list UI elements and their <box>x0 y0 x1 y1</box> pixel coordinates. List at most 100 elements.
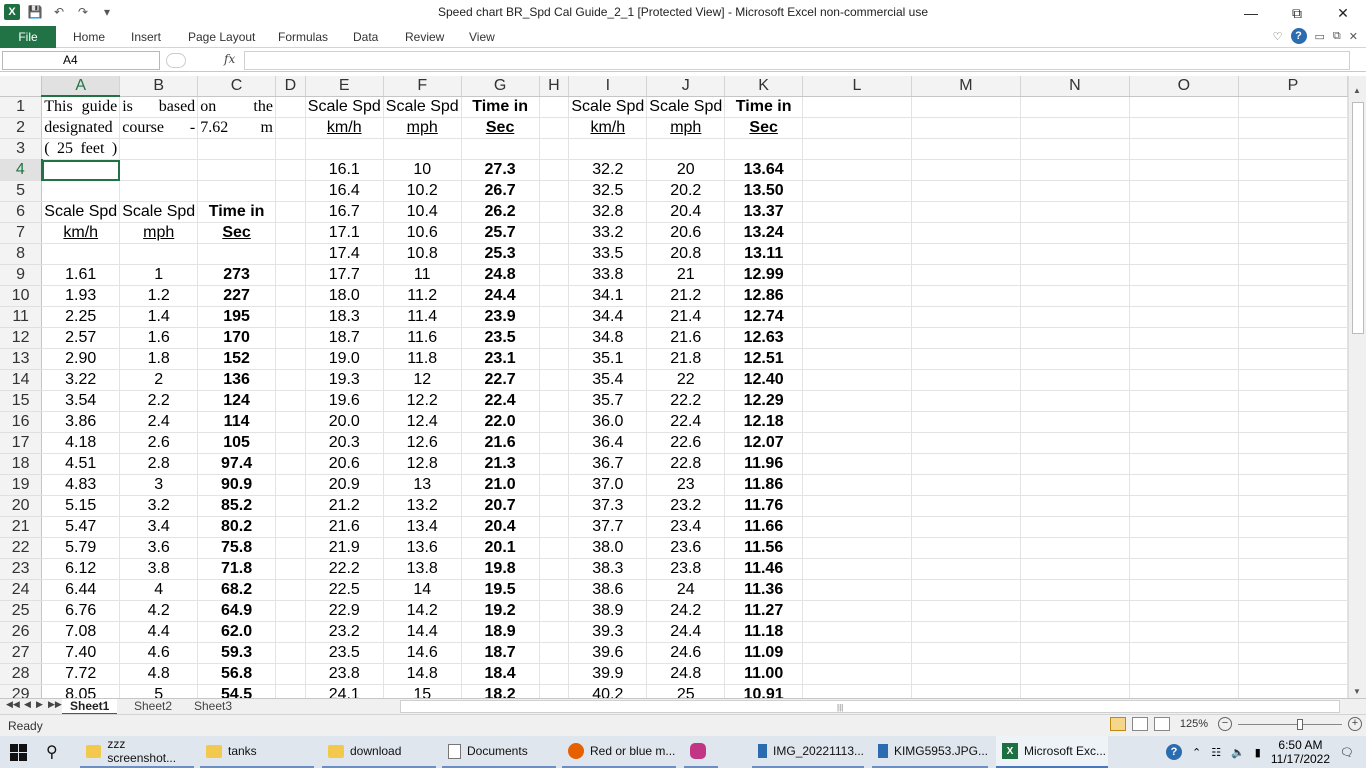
cell-m24[interactable] <box>911 579 1021 601</box>
row-header[interactable]: 15 <box>0 390 43 412</box>
cell-m22[interactable] <box>911 537 1021 559</box>
cell-e17[interactable]: 20.3 <box>305 432 384 454</box>
cell-k13[interactable]: 12.51 <box>724 348 804 370</box>
cell-p17[interactable] <box>1238 432 1348 454</box>
cell-a18[interactable]: 4.51 <box>41 453 121 475</box>
cell-m6[interactable] <box>911 201 1021 223</box>
cell-c22[interactable]: 75.8 <box>197 537 276 559</box>
cell-c13[interactable]: 152 <box>197 348 276 370</box>
row-header[interactable]: 13 <box>0 348 43 370</box>
tab-page-layout[interactable]: Page Layout <box>188 30 255 44</box>
cell-g16[interactable]: 22.0 <box>461 411 540 433</box>
cell-o8[interactable] <box>1129 243 1239 265</box>
cell-h29[interactable] <box>539 684 570 698</box>
cell-d23[interactable] <box>275 558 306 580</box>
cell-m5[interactable] <box>911 180 1021 202</box>
cell-f22[interactable]: 13.6 <box>383 537 462 559</box>
column-header-o[interactable]: O <box>1129 76 1239 97</box>
column-header-m[interactable]: M <box>911 76 1021 97</box>
tab-review[interactable]: Review <box>405 30 444 44</box>
cell-n1[interactable] <box>1020 96 1130 118</box>
cell-k18[interactable]: 11.96 <box>724 453 804 475</box>
taskbar-item[interactable]: zzz screenshot... <box>80 736 194 768</box>
cell-l1[interactable] <box>802 96 912 118</box>
cell-e26[interactable]: 23.2 <box>305 621 384 643</box>
cell-o26[interactable] <box>1129 621 1239 643</box>
cell-j22[interactable]: 23.6 <box>646 537 726 559</box>
cell-c12[interactable]: 170 <box>197 327 276 349</box>
cell-k17[interactable]: 12.07 <box>724 432 804 454</box>
cell-f9[interactable]: 11 <box>383 264 462 286</box>
cell-p25[interactable] <box>1238 600 1348 622</box>
cell-n4[interactable] <box>1020 159 1130 181</box>
cell-a2[interactable]: designated <box>41 117 121 139</box>
help-icon[interactable]: ? <box>1290 28 1307 44</box>
cell-j2[interactable]: mph <box>646 117 726 139</box>
cell-i24[interactable]: 38.6 <box>568 579 648 601</box>
column-header-a[interactable]: A <box>41 76 121 97</box>
zoom-level[interactable]: 125% <box>1180 718 1208 730</box>
column-header-l[interactable]: L <box>802 76 912 97</box>
cell-b9[interactable]: 1 <box>119 264 199 286</box>
cell-k2[interactable]: Sec <box>724 117 804 139</box>
cell-k4[interactable]: 13.64 <box>724 159 804 181</box>
cell-l24[interactable] <box>802 579 912 601</box>
cell-i4[interactable]: 32.2 <box>568 159 648 181</box>
column-header-k[interactable]: K <box>724 76 804 97</box>
cell-c24[interactable]: 68.2 <box>197 579 276 601</box>
cell-m10[interactable] <box>911 285 1021 307</box>
cell-m7[interactable] <box>911 222 1021 244</box>
cell-l19[interactable] <box>802 474 912 496</box>
cell-j19[interactable]: 23 <box>646 474 726 496</box>
minimize-workbook-icon[interactable]: ▭ <box>1315 30 1325 43</box>
cell-g5[interactable]: 26.7 <box>461 180 540 202</box>
cell-h20[interactable] <box>539 495 570 517</box>
cell-a23[interactable]: 6.12 <box>41 558 121 580</box>
cell-h24[interactable] <box>539 579 570 601</box>
cell-m26[interactable] <box>911 621 1021 643</box>
cell-a9[interactable]: 1.61 <box>41 264 121 286</box>
cell-f10[interactable]: 11.2 <box>383 285 462 307</box>
cell-h23[interactable] <box>539 558 570 580</box>
cell-e9[interactable]: 17.7 <box>305 264 384 286</box>
cell-i29[interactable]: 40.2 <box>568 684 648 698</box>
cell-p15[interactable] <box>1238 390 1348 412</box>
cell-f16[interactable]: 12.4 <box>383 411 462 433</box>
cell-l25[interactable] <box>802 600 912 622</box>
cell-p27[interactable] <box>1238 642 1348 664</box>
cell-a10[interactable]: 1.93 <box>41 285 121 307</box>
cell-j4[interactable]: 20 <box>646 159 726 181</box>
cell-h2[interactable] <box>539 117 570 139</box>
cell-o9[interactable] <box>1129 264 1239 286</box>
cell-e10[interactable]: 18.0 <box>305 285 384 307</box>
cell-j20[interactable]: 23.2 <box>646 495 726 517</box>
cell-k1[interactable]: Time in <box>724 96 804 118</box>
cell-a20[interactable]: 5.15 <box>41 495 121 517</box>
cell-e12[interactable]: 18.7 <box>305 327 384 349</box>
search-icon[interactable]: ⚲ <box>46 736 58 768</box>
cell-f21[interactable]: 13.4 <box>383 516 462 538</box>
row-header[interactable]: 9 <box>0 264 43 286</box>
cell-j18[interactable]: 22.8 <box>646 453 726 475</box>
cell-i6[interactable]: 32.8 <box>568 201 648 223</box>
cell-j8[interactable]: 20.8 <box>646 243 726 265</box>
cell-f2[interactable]: mph <box>383 117 462 139</box>
cell-g15[interactable]: 22.4 <box>461 390 540 412</box>
cell-g8[interactable]: 25.3 <box>461 243 540 265</box>
cell-m2[interactable] <box>911 117 1021 139</box>
cell-i27[interactable]: 39.6 <box>568 642 648 664</box>
scroll-grip-icon[interactable]: ||| <box>837 703 843 712</box>
cell-p23[interactable] <box>1238 558 1348 580</box>
cell-l26[interactable] <box>802 621 912 643</box>
cell-m16[interactable] <box>911 411 1021 433</box>
cell-g7[interactable]: 25.7 <box>461 222 540 244</box>
cell-p21[interactable] <box>1238 516 1348 538</box>
cell-e23[interactable]: 22.2 <box>305 558 384 580</box>
cell-j23[interactable]: 23.8 <box>646 558 726 580</box>
cell-g21[interactable]: 20.4 <box>461 516 540 538</box>
cell-p19[interactable] <box>1238 474 1348 496</box>
cell-g12[interactable]: 23.5 <box>461 327 540 349</box>
cell-n24[interactable] <box>1020 579 1130 601</box>
cell-l22[interactable] <box>802 537 912 559</box>
cell-g9[interactable]: 24.8 <box>461 264 540 286</box>
